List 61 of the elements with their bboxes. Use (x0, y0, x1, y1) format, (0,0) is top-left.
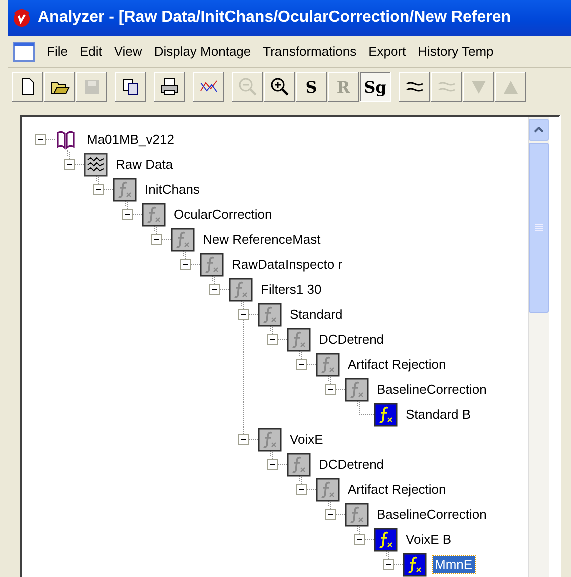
expander-icon[interactable] (180, 259, 191, 270)
expander-icon[interactable] (238, 309, 249, 320)
zoom-in-icon (270, 77, 290, 98)
zoom-out-icon (238, 77, 258, 98)
toolbar-button[interactable]: Sg (360, 72, 391, 102)
expander-icon[interactable] (325, 384, 336, 395)
tree-item[interactable]: MmnE (433, 556, 475, 573)
menu-item[interactable]: Edit (74, 44, 108, 60)
expander-icon[interactable] (296, 359, 307, 370)
tree-item[interactable]: BaselineCorrection (375, 381, 489, 398)
app-logo-icon (12, 8, 32, 28)
menu-item[interactable]: Display Montage (148, 44, 258, 60)
window-title: Analyzer - [Raw Data/InitChans/OcularCorrection/New Referen (38, 9, 511, 28)
expander-icon[interactable] (354, 534, 365, 545)
menu-item[interactable]: Transformations (257, 44, 363, 60)
menu-item[interactable]: History Temp (412, 44, 500, 60)
zoom-in-button[interactable] (264, 72, 295, 102)
chart-button[interactable] (193, 72, 224, 102)
expander-icon[interactable] (267, 459, 278, 470)
tree-item[interactable]: New ReferenceMast (201, 231, 323, 248)
expander-icon[interactable] (383, 559, 394, 570)
tree-item[interactable]: DCDetrend (317, 456, 386, 473)
open-button[interactable] (44, 72, 75, 102)
tree-item[interactable]: Filters1 30 (259, 281, 324, 298)
new-button[interactable] (12, 72, 43, 102)
copy-button[interactable] (115, 72, 146, 102)
menu-item[interactable]: View (108, 44, 148, 60)
lines-button[interactable] (399, 72, 430, 102)
print-button[interactable] (154, 72, 185, 102)
tree-item[interactable]: Raw Data (114, 156, 176, 173)
expander-icon[interactable] (122, 209, 133, 220)
copy-icon (120, 77, 140, 98)
tree-item[interactable]: Artifact Rejection (346, 356, 448, 373)
tree-item[interactable]: VoixE (288, 431, 326, 448)
toolbar-button[interactable]: S (296, 72, 327, 102)
tree-item[interactable]: DCDetrend (317, 331, 386, 348)
menu-item[interactable]: Export (362, 44, 412, 60)
tree-item[interactable]: VoixE B (404, 531, 454, 548)
expander-icon[interactable] (64, 159, 75, 170)
tree-item[interactable]: Artifact Rejection (346, 481, 448, 498)
grip-icon (535, 224, 543, 232)
tree-item[interactable]: Standard B (404, 406, 474, 423)
vertical-scrollbar[interactable] (528, 117, 549, 577)
menu-item[interactable]: File (41, 44, 74, 60)
scroll-up-icon[interactable] (534, 127, 544, 133)
tree-item[interactable]: OcularCorrection (172, 206, 274, 223)
printer-icon (160, 77, 180, 98)
expander-icon[interactable] (35, 134, 46, 145)
expander-icon[interactable] (93, 184, 104, 195)
expander-icon[interactable] (267, 334, 278, 345)
expander-icon[interactable] (209, 284, 220, 295)
expander-icon[interactable] (151, 234, 162, 245)
expander-icon[interactable] (296, 484, 307, 495)
expander-icon[interactable] (238, 434, 249, 445)
tree-item[interactable]: InitChans (143, 181, 202, 198)
tree-item[interactable]: Ma01MB_v212 (85, 131, 176, 148)
window-icon[interactable] (13, 42, 35, 62)
tree-item[interactable]: BaselineCorrection (375, 506, 489, 523)
tree-item[interactable]: Standard (288, 306, 345, 323)
expander-icon[interactable] (325, 509, 336, 520)
tree-item[interactable]: RawDataInspecto r (230, 256, 345, 273)
